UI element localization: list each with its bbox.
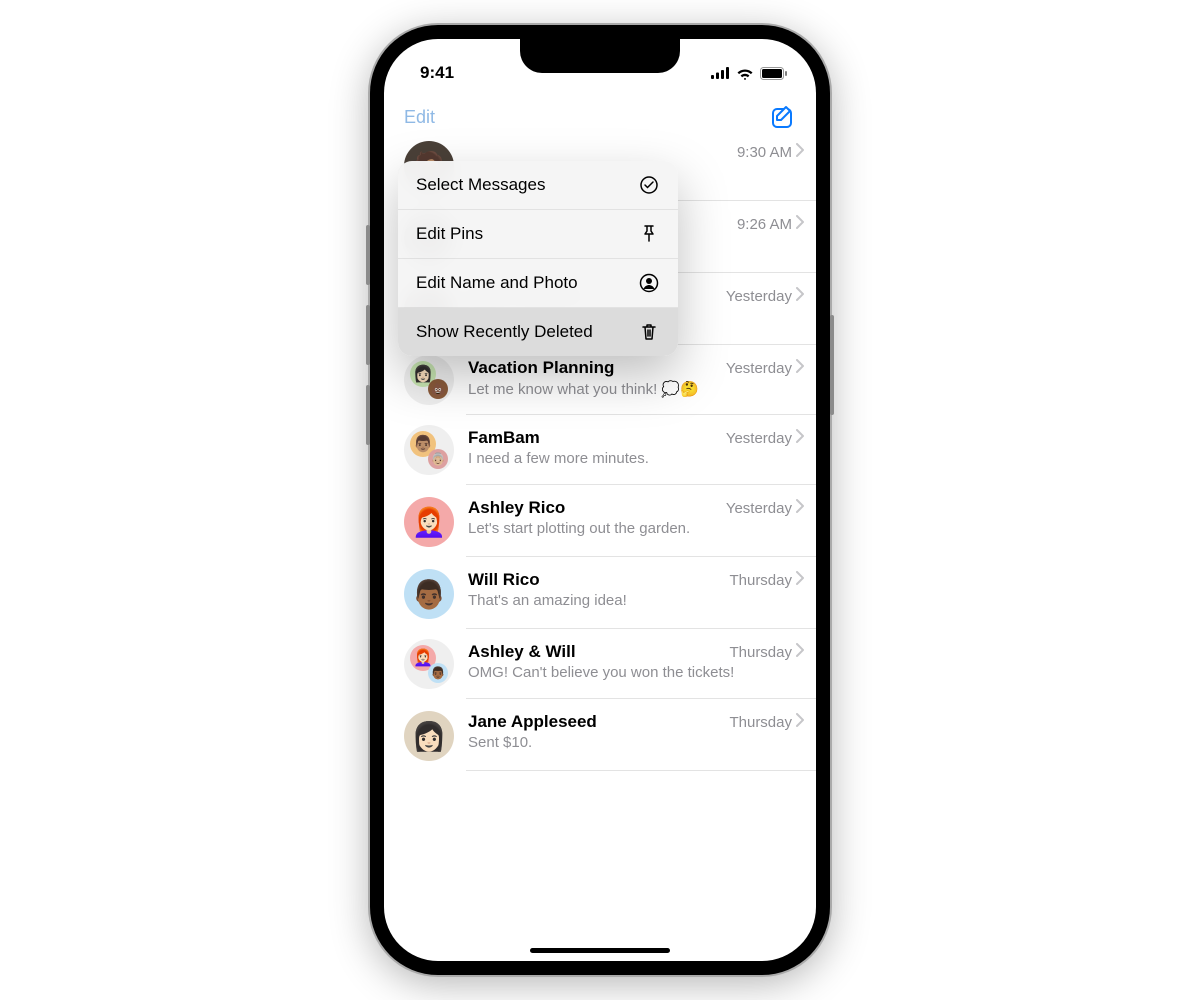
conversation-time: Yesterday: [726, 430, 792, 447]
menu-edit-name-photo[interactable]: Edit Name and Photo: [398, 259, 678, 308]
chevron-right-icon: [796, 499, 804, 518]
chevron-right-icon: [796, 359, 804, 378]
pin-icon: [638, 224, 660, 244]
conversation-row[interactable]: 👨🏽 👵🏼 FamBam Yesterday I need a few more…: [384, 415, 816, 485]
conversation-row[interactable]: 👩🏻 Jane Appleseed Thursday Sent $10.: [384, 699, 816, 771]
edit-button[interactable]: Edit: [404, 107, 435, 128]
conversation-preview: I need a few more minutes.: [468, 450, 804, 467]
conversation-preview: That's an amazing idea!: [468, 592, 804, 609]
conversation-name: Ashley & Will: [468, 642, 721, 662]
conversation-name: Ashley Rico: [468, 498, 718, 518]
conversation-preview: OMG! Can't believe you won the tickets!: [468, 664, 804, 681]
conversation-time: Thursday: [729, 714, 792, 731]
compose-icon[interactable]: [770, 104, 796, 130]
conversation-preview: Let's start plotting out the garden.: [468, 520, 804, 537]
chevron-right-icon: [796, 643, 804, 662]
conversation-name: Will Rico: [468, 570, 721, 590]
conversation-preview: Sent $10.: [468, 734, 804, 751]
cellular-icon: [711, 67, 730, 79]
conversation-row[interactable]: 👩🏻‍🦰 👨🏾 Ashley & Will Thursday OMG! Can'…: [384, 629, 816, 699]
conversation-time: Thursday: [729, 572, 792, 589]
checkmark-circle-icon: [638, 175, 660, 195]
edit-menu: Select Messages Edit Pins Edit Name and …: [398, 161, 678, 356]
home-indicator[interactable]: [530, 948, 670, 953]
notch: [520, 39, 680, 73]
screen: 9:41 Edit 🧔🏽: [384, 39, 816, 961]
menu-item-label: Show Recently Deleted: [416, 322, 593, 342]
avatar: 👨🏽 👵🏼: [404, 425, 454, 475]
chevron-right-icon: [796, 215, 804, 234]
trash-icon: [638, 322, 660, 342]
chevron-right-icon: [796, 713, 804, 732]
conversation-time: Yesterday: [726, 288, 792, 305]
chevron-right-icon: [796, 143, 804, 162]
conversation-row[interactable]: 👩🏻‍🦰 Ashley Rico Yesterday Let's start p…: [384, 485, 816, 557]
avatar: 👩🏻 💩: [404, 355, 454, 405]
conversation-row[interactable]: 👨🏾 Will Rico Thursday That's an amazing …: [384, 557, 816, 629]
avatar: 👩🏻: [404, 711, 454, 761]
conversation-time: Yesterday: [726, 500, 792, 517]
menu-select-messages[interactable]: Select Messages: [398, 161, 678, 210]
conversation-name: FamBam: [468, 428, 718, 448]
conversation-time: Thursday: [729, 644, 792, 661]
conversation-preview: Let me know what you think! 💭🤔: [468, 380, 804, 398]
avatar: 👩🏻‍🦰: [404, 497, 454, 547]
menu-item-label: Edit Pins: [416, 224, 483, 244]
avatar: 👩🏻‍🦰 👨🏾: [404, 639, 454, 689]
device-frame: 9:41 Edit 🧔🏽: [370, 25, 830, 975]
person-circle-icon: [638, 273, 660, 293]
chevron-right-icon: [796, 287, 804, 306]
menu-item-label: Select Messages: [416, 175, 545, 195]
wifi-icon: [736, 67, 754, 80]
battery-icon: [760, 67, 788, 80]
conversation-time: 9:26 AM: [737, 216, 792, 233]
menu-item-label: Edit Name and Photo: [416, 273, 578, 293]
avatar: 👨🏾: [404, 569, 454, 619]
conversation-name: Jane Appleseed: [468, 712, 721, 732]
conversation-name: Vacation Planning: [468, 358, 718, 378]
status-time: 9:41: [420, 63, 454, 83]
conversation-time: 9:30 AM: [737, 144, 792, 161]
status-indicators: [711, 67, 788, 80]
menu-show-recently-deleted[interactable]: Show Recently Deleted: [398, 308, 678, 356]
chevron-right-icon: [796, 429, 804, 448]
conversation-time: Yesterday: [726, 360, 792, 377]
menu-edit-pins[interactable]: Edit Pins: [398, 210, 678, 259]
chevron-right-icon: [796, 571, 804, 590]
